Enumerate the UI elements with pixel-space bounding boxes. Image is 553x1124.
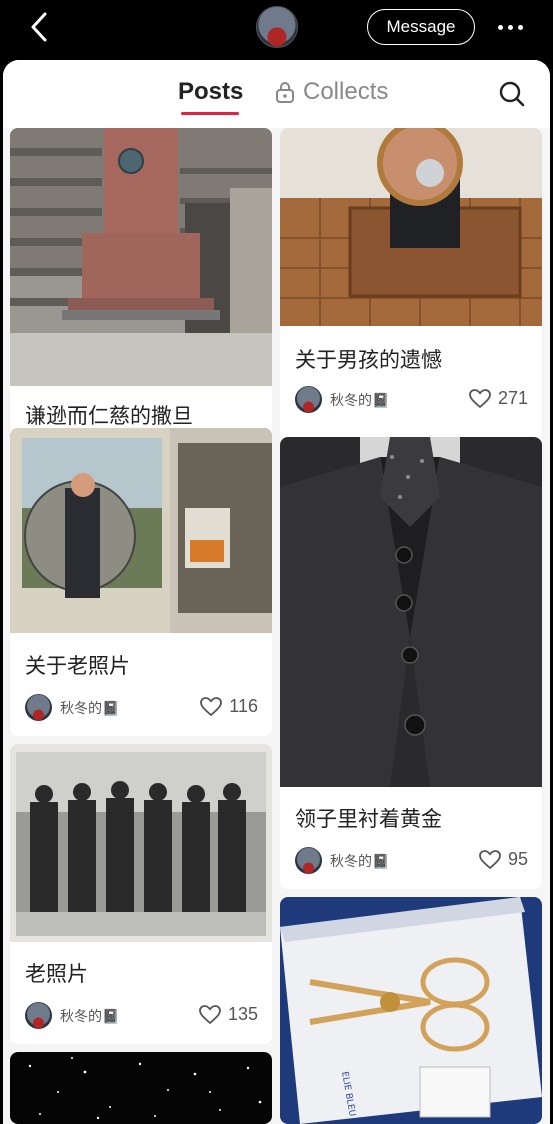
post-author[interactable]: 秋冬的📓 bbox=[295, 386, 389, 413]
tab-collects-label: Collects bbox=[303, 78, 389, 105]
like-count: 116 bbox=[229, 696, 258, 716]
post-card[interactable]: 关于男孩的遗憾 秋冬的📓 271 bbox=[280, 128, 542, 490]
like-button[interactable]: 116 bbox=[200, 696, 258, 717]
like-button[interactable]: 135 bbox=[199, 1004, 258, 1025]
post-title: 关于老照片 bbox=[25, 654, 130, 678]
profile-tabs: Posts Collects bbox=[3, 60, 550, 128]
post-image-starry-sky bbox=[10, 1052, 272, 1124]
post-card[interactable]: 老照片 秋冬的📓 135 bbox=[10, 744, 272, 1044]
post-image-suit bbox=[280, 437, 542, 787]
heart-icon bbox=[479, 849, 501, 869]
post-title: 谦逊而仁慈的撒旦 bbox=[25, 404, 193, 428]
post-image-old-photo bbox=[10, 428, 272, 633]
post-author[interactable]: 秋冬的📓 bbox=[25, 694, 119, 721]
post-card[interactable]: 领子里衬着黄金 秋冬的📓 95 bbox=[280, 437, 542, 889]
like-count: 95 bbox=[507, 849, 528, 869]
like-button[interactable]: 271 bbox=[469, 388, 528, 409]
message-button[interactable]: Message bbox=[367, 9, 475, 45]
author-name: 秋冬的📓 bbox=[330, 853, 390, 870]
dot-icon bbox=[507, 24, 513, 30]
search-icon bbox=[499, 81, 525, 107]
post-image-group-photo bbox=[10, 744, 272, 942]
post-card[interactable] bbox=[10, 1052, 272, 1124]
back-button[interactable] bbox=[22, 10, 56, 44]
tab-posts[interactable]: Posts bbox=[178, 78, 243, 106]
author-name: 秋冬的📓 bbox=[60, 700, 120, 717]
avatar bbox=[295, 847, 322, 874]
post-image-watch bbox=[280, 128, 542, 326]
active-tab-indicator bbox=[181, 112, 239, 115]
author-name: 秋冬的📓 bbox=[330, 392, 390, 409]
post-card[interactable]: ELIE BLEU bbox=[280, 897, 542, 1124]
more-options-button[interactable] bbox=[492, 12, 528, 42]
heart-icon bbox=[200, 696, 223, 716]
chevron-left-icon bbox=[31, 12, 47, 42]
profile-avatar[interactable] bbox=[256, 6, 298, 48]
dot-icon bbox=[517, 24, 523, 30]
post-author[interactable]: 秋冬的📓 bbox=[295, 847, 389, 874]
author-name: 秋冬的📓 bbox=[60, 1008, 120, 1025]
lock-icon bbox=[276, 82, 294, 103]
post-title: 关于男孩的遗憾 bbox=[295, 348, 442, 372]
heart-icon bbox=[469, 388, 491, 408]
post-title: 老照片 bbox=[25, 962, 88, 986]
top-bar: Message bbox=[0, 0, 553, 60]
heart-icon bbox=[199, 1004, 221, 1024]
like-button[interactable]: 95 bbox=[479, 849, 528, 870]
post-author[interactable]: 秋冬的📓 bbox=[25, 1002, 119, 1029]
post-card[interactable]: 关于老照片 秋冬的📓 116 bbox=[10, 428, 272, 736]
post-title: 领子里衬着黄金 bbox=[295, 807, 442, 831]
like-count: 135 bbox=[227, 1004, 258, 1024]
like-count: 271 bbox=[497, 388, 528, 408]
post-image-scissors: ELIE BLEU bbox=[280, 897, 542, 1124]
avatar bbox=[25, 1002, 52, 1029]
avatar bbox=[25, 694, 52, 721]
dot-icon bbox=[497, 24, 503, 30]
search-button[interactable] bbox=[498, 80, 526, 108]
tab-collects[interactable]: Collects bbox=[275, 78, 388, 106]
avatar bbox=[295, 386, 322, 413]
post-image-monument bbox=[10, 128, 272, 386]
content-sheet: 谦逊而仁慈的撒旦 秋冬的📓 123 bbox=[3, 60, 550, 1124]
